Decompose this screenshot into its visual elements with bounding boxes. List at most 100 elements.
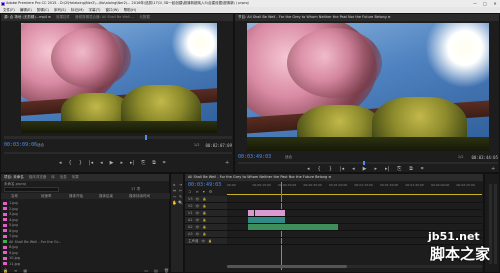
tab-info[interactable]: 信息 [60, 174, 67, 181]
add-marker-icon[interactable]: ◂ [59, 160, 62, 166]
button-editor-icon[interactable]: + [491, 166, 495, 172]
tab-media-browser[interactable]: 媒体浏览器 [29, 174, 47, 181]
track-header[interactable]: A1 👁 🔒 [185, 217, 227, 223]
step-back-icon[interactable]: ◂ [100, 160, 103, 166]
lock-icon[interactable]: 🔒 [208, 238, 212, 244]
track-a3[interactable]: A3 👁 🔒 [185, 231, 482, 238]
tab-libraries[interactable]: 库 [51, 174, 55, 181]
tab-metadata[interactable]: 元数据 [139, 14, 150, 21]
add-marker-icon[interactable]: ▾ [203, 189, 205, 194]
source-resolution-dropdown[interactable]: 1/2 [194, 143, 200, 147]
icon-view-icon[interactable]: ▦ [23, 268, 27, 273]
selection-tool-icon[interactable]: ▸ [172, 182, 177, 187]
track-header[interactable]: V1 👁 🔒 [185, 210, 227, 216]
audio-clip-a1[interactable] [248, 217, 285, 223]
source-fit-dropdown[interactable]: 适合 [37, 143, 44, 148]
time-ruler[interactable]: 00:00 00:00:15:00 00:00:30:00 00:00:45:00 00… [227, 182, 482, 194]
video-clip-pink-1[interactable] [248, 210, 254, 216]
extract-icon[interactable]: ⧉ [409, 166, 413, 172]
mark-out-icon[interactable]: } [79, 160, 82, 166]
toggle-output-icon[interactable]: 👁 [196, 224, 200, 230]
track-select-tool-icon[interactable]: ⇥ [178, 182, 183, 187]
close-button[interactable]: ✕ [490, 0, 500, 7]
step-forward-icon[interactable]: ▸ [374, 166, 377, 172]
toggle-output-icon[interactable]: 👁 [196, 231, 200, 237]
program-playhead[interactable] [362, 161, 365, 165]
tab-project[interactable]: 项目: 未命名 [4, 174, 24, 181]
play-icon[interactable]: ▶ [110, 160, 114, 166]
project-item-row[interactable]: 11.jpg [1, 261, 171, 267]
ripple-edit-tool-icon[interactable]: ⇹ [172, 188, 177, 193]
export-frame-icon[interactable]: ⌗ [421, 166, 424, 172]
track-header[interactable]: A2 👁 🔒 [185, 224, 227, 230]
add-marker-icon[interactable]: ◂ [307, 166, 310, 172]
minimize-button[interactable]: — [470, 0, 480, 7]
pen-tool-icon[interactable]: ✎ [178, 194, 183, 199]
audio-clip-music[interactable] [248, 224, 338, 230]
lock-icon[interactable]: 🔒 [3, 268, 8, 273]
lock-icon[interactable]: 🔒 [202, 217, 206, 223]
track-header[interactable]: V2 👁 🔒 [185, 203, 227, 209]
tab-effects[interactable]: 效果 [72, 174, 79, 181]
new-item-icon[interactable]: ▤ [154, 268, 158, 273]
list-view-icon[interactable]: ≡ [14, 268, 17, 273]
source-timecode-current[interactable]: 00:03:09:06 [4, 142, 37, 148]
program-fit-dropdown[interactable]: 适合 [285, 155, 292, 160]
track-v1[interactable]: V1 👁 🔒 [185, 210, 482, 217]
lock-icon[interactable]: 🔒 [202, 196, 206, 202]
track-header[interactable]: V3 👁 🔒 [185, 196, 227, 202]
play-icon[interactable]: ▶ [363, 166, 367, 172]
mark-in-icon[interactable]: { [318, 166, 321, 172]
tab-audio-clip-mixer[interactable]: 音频剪辑混合器: All Shall Be Well ... [75, 14, 134, 21]
track-v3[interactable]: V3 👁 🔒 [185, 196, 482, 203]
tab-effect-controls[interactable]: 效果控件 [56, 14, 70, 21]
source-zoom-bar[interactable] [4, 152, 232, 154]
export-frame-icon[interactable]: ⌗ [163, 160, 166, 166]
wrench-icon[interactable]: ⚙ [209, 189, 213, 194]
track-a1[interactable]: A1 👁 🔒 [185, 217, 482, 224]
go-to-out-icon[interactable]: ▸| [130, 160, 134, 166]
work-area-bar[interactable] [227, 194, 482, 195]
mark-in-icon[interactable]: { [69, 160, 72, 166]
track-header[interactable]: A3 👁 🔒 [185, 231, 227, 237]
source-scrub-bar[interactable] [4, 135, 232, 140]
program-timecode-current[interactable]: 00:03:49:03 [238, 154, 271, 160]
insert-icon[interactable]: ⎘ [141, 160, 145, 166]
step-forward-icon[interactable]: ▸ [120, 160, 123, 166]
snap-icon[interactable]: ⊃ [188, 189, 191, 194]
overwrite-icon[interactable]: ⧉ [152, 160, 156, 166]
program-scrub-bar[interactable] [238, 161, 498, 165]
hand-tool-icon[interactable]: ✋ [172, 200, 177, 205]
column-media-duration[interactable]: 媒体持续时间 [129, 193, 169, 199]
toggle-output-icon[interactable]: 👁 [196, 203, 200, 209]
lock-icon[interactable]: 🔒 [202, 210, 206, 216]
toggle-output-icon[interactable]: 👁 [196, 217, 200, 223]
timeline-timecode[interactable]: 00:03:49:03 [188, 182, 221, 188]
tab-source[interactable]: 源: 合 场地 (无剪辑)...mp4 ≡ [4, 14, 51, 21]
toggle-output-icon[interactable]: 👁 [196, 196, 200, 202]
trash-icon[interactable]: 🗑 [164, 268, 169, 273]
source-playhead[interactable] [145, 135, 148, 140]
project-search-input[interactable] [4, 187, 59, 192]
track-v2[interactable]: V2 👁 🔒 [185, 203, 482, 210]
timeline-horizontal-scrollbar[interactable] [227, 265, 482, 268]
button-editor-icon[interactable]: + [225, 160, 229, 166]
column-name[interactable]: 名称 [1, 193, 41, 199]
razor-tool-icon[interactable]: ✂ [178, 188, 183, 193]
source-video-frame[interactable] [21, 23, 217, 133]
linked-selection-icon[interactable]: ∞ [195, 189, 198, 194]
tab-sequence[interactable]: All Shall Be Well - For the Grey to Whom… [188, 174, 331, 181]
step-back-icon[interactable]: ◂ [352, 166, 355, 172]
lock-icon[interactable]: 🔒 [202, 224, 206, 230]
program-resolution-dropdown[interactable]: 1/2 [458, 155, 464, 159]
go-to-out-icon[interactable]: ▸| [385, 166, 389, 172]
go-to-in-icon[interactable]: |◂ [340, 166, 344, 172]
track-主声道[interactable]: 主声道 👁 🔒 [185, 238, 482, 245]
toggle-output-icon[interactable]: 👁 [202, 238, 206, 244]
lock-icon[interactable]: 🔒 [202, 203, 206, 209]
tab-program[interactable]: 节目: All Shall Be Well - For the Grey to … [238, 14, 391, 21]
column-frame-rate[interactable]: 帧速率 [41, 193, 69, 199]
go-to-in-icon[interactable]: |◂ [89, 160, 93, 166]
new-bin-icon[interactable]: ▭ [144, 268, 148, 273]
maximize-button[interactable]: □ [480, 0, 490, 7]
